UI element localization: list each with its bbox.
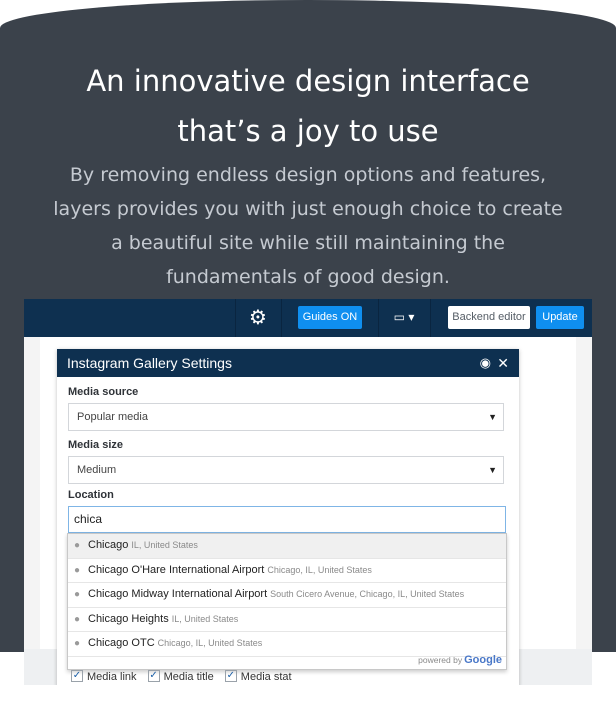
- autocomplete-item-sub: South Cicero Avenue, Chicago, IL, United…: [270, 589, 465, 599]
- media-size-label: Media size: [68, 439, 124, 451]
- media-options-checkboxes: ✓ Media link ✓ Media title ✓ Media stat: [71, 670, 300, 683]
- monitor-icon: ▭ ▾: [393, 310, 415, 324]
- hero-subtitle-line-4: fundamentals of good design.: [166, 266, 450, 288]
- powered-by-google: powered by Google: [418, 654, 502, 666]
- autocomplete-item-main: Chicago Heights: [88, 612, 169, 625]
- panel-header: Instagram Gallery Settings ◉ ✕: [57, 349, 519, 377]
- caret-down-icon: ▼: [488, 412, 497, 422]
- media-source-select[interactable]: Popular media ▼: [68, 403, 504, 431]
- guides-toggle-button[interactable]: Guides ON: [298, 306, 362, 329]
- autocomplete-item[interactable]: ● Chicago O'Hare International Airport Ch…: [68, 559, 506, 583]
- media-size-select[interactable]: Medium ▼: [68, 456, 504, 484]
- autocomplete-item-main: Chicago OTC: [88, 637, 155, 649]
- hero-subtitle-line-2: layers provides you with just enough cho…: [53, 198, 563, 220]
- checkbox-label: Media link: [87, 671, 137, 683]
- update-button[interactable]: Update: [536, 306, 584, 329]
- autocomplete-item-sub: IL, United States: [171, 613, 239, 624]
- autocomplete-item[interactable]: ● Chicago Midway International Airport So…: [68, 583, 506, 608]
- powered-by-text: powered by: [418, 655, 463, 665]
- hero-subtitle-line-3: a beautiful site while still maintaining…: [111, 232, 505, 254]
- hero-title-line-1: An innovative design interface: [86, 64, 530, 98]
- autocomplete-item[interactable]: ● Chicago OTC Chicago, IL, United States: [68, 632, 506, 657]
- checkbox-media-link[interactable]: ✓ Media link: [71, 670, 137, 683]
- location-label: Location: [68, 489, 114, 501]
- device-preview-button[interactable]: ▭ ▾: [390, 306, 418, 329]
- checkbox-media-stat[interactable]: ✓ Media stat: [224, 670, 292, 683]
- checkmark-icon: ✓: [71, 670, 83, 683]
- autocomplete-item-sub: Chicago, IL, United States: [267, 564, 372, 575]
- media-source-value: Popular media: [77, 411, 148, 423]
- hero-title-line-2: that’s a joy to use: [177, 114, 439, 148]
- autocomplete-item-main: Chicago Midway International Airport: [88, 588, 268, 600]
- hero-subtitle-line-1: By removing endless design options and f…: [69, 164, 547, 186]
- checkbox-label: Media stat: [240, 671, 292, 683]
- autocomplete-item-main: Chicago O'Hare International Airport: [88, 563, 265, 576]
- checkmark-icon: ✓: [147, 670, 160, 683]
- backend-editor-button[interactable]: Backend editor: [448, 306, 530, 329]
- editor-screenshot: ⚙ Guides ON ▭ ▾ Backend editor Update In…: [24, 299, 592, 685]
- media-source-label: Media source: [68, 386, 139, 398]
- panel-title: Instagram Gallery Settings: [67, 355, 232, 371]
- location-autocomplete: ● Chicago IL, United States ● Chicago O'H…: [67, 533, 507, 670]
- caret-down-icon: ▼: [488, 465, 497, 475]
- instagram-settings-panel: Instagram Gallery Settings ◉ ✕ Media sou…: [57, 349, 519, 685]
- close-icon[interactable]: ✕: [497, 349, 509, 377]
- autocomplete-item-sub: Chicago, IL, United States: [157, 638, 263, 648]
- toolbar-divider: [281, 299, 282, 337]
- hero-title: An innovative design interface that’s a …: [0, 56, 616, 156]
- media-size-value: Medium: [77, 464, 117, 476]
- map-pin-icon: ●: [74, 638, 81, 649]
- map-pin-icon: ●: [74, 564, 81, 576]
- autocomplete-item-sub: IL, United States: [131, 540, 198, 550]
- autocomplete-item-main: Chicago: [88, 539, 129, 551]
- hero-subtitle: By removing endless design options and f…: [40, 158, 576, 294]
- checkbox-media-title[interactable]: ✓ Media title: [147, 670, 214, 683]
- checkbox-label: Media title: [163, 671, 214, 683]
- toolbar-divider: [378, 299, 379, 337]
- map-pin-icon: ●: [74, 589, 81, 600]
- autocomplete-item[interactable]: ● Chicago Heights IL, United States: [68, 608, 506, 632]
- autocomplete-item[interactable]: ● Chicago IL, United States: [68, 534, 506, 559]
- gear-icon[interactable]: ⚙: [247, 306, 269, 328]
- toolbar-divider: [430, 299, 431, 337]
- toolbar-divider: [235, 299, 236, 337]
- editor-toolbar: ⚙ Guides ON ▭ ▾ Backend editor Update: [24, 299, 592, 337]
- checkmark-icon: ✓: [224, 670, 237, 683]
- map-pin-icon: ●: [74, 540, 81, 551]
- eye-icon[interactable]: ◉: [480, 349, 491, 377]
- location-input[interactable]: chica: [68, 506, 506, 533]
- google-logo: Google: [464, 654, 502, 666]
- map-pin-icon: ●: [74, 613, 81, 625]
